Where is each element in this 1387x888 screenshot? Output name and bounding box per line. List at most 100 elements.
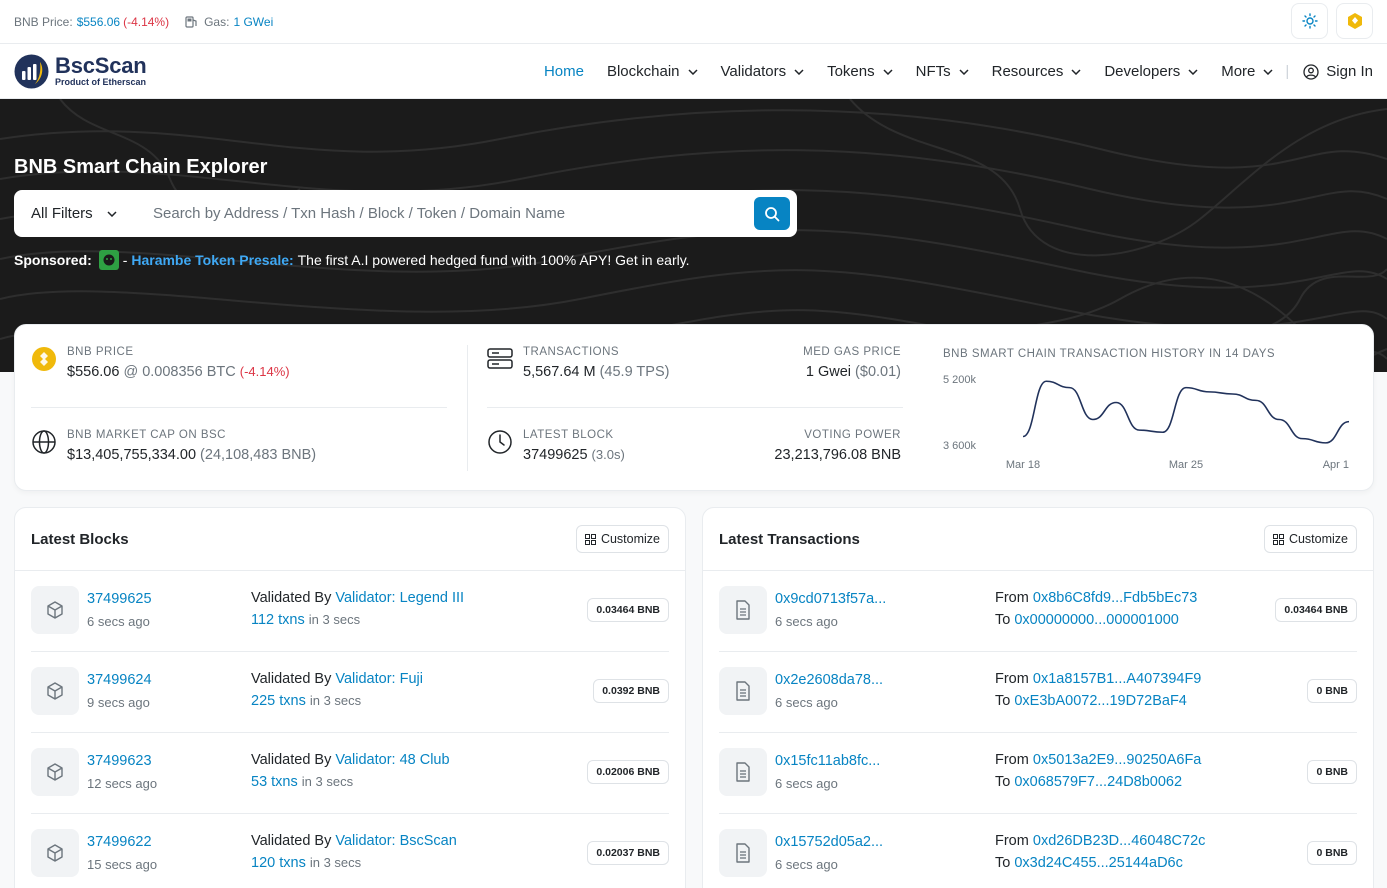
transaction-time-ago: 6 secs ago bbox=[775, 776, 838, 791]
latest-transactions-title: Latest Transactions bbox=[719, 530, 860, 548]
data-point[interactable] bbox=[1161, 430, 1165, 434]
sign-in-link[interactable]: Sign In bbox=[1303, 63, 1373, 80]
data-point[interactable] bbox=[1068, 386, 1072, 390]
from-address-link[interactable]: 0x1a8157B1...A407394F9 bbox=[1033, 671, 1202, 687]
block-number-link[interactable]: 37499625 bbox=[87, 591, 152, 607]
transaction-time-ago: 6 secs ago bbox=[775, 614, 838, 629]
gas-value[interactable]: 1 GWei bbox=[233, 15, 273, 29]
block-txns-link[interactable]: 112 txns bbox=[251, 612, 305, 628]
to-address-link[interactable]: 0x068579F7...24D8b0062 bbox=[1014, 774, 1182, 790]
to-address-link[interactable]: 0x3d24C455...25144aD6c bbox=[1014, 855, 1183, 871]
nav-developers[interactable]: Developers bbox=[1104, 63, 1198, 80]
transaction-hash-link[interactable]: 0x9cd0713f57a... bbox=[775, 591, 886, 607]
divider bbox=[31, 407, 447, 408]
block-txns-suffix: in 3 secs bbox=[301, 774, 354, 789]
server-icon bbox=[487, 348, 513, 369]
data-point[interactable] bbox=[1254, 398, 1258, 402]
data-point[interactable] bbox=[1207, 390, 1211, 394]
gas-price-value[interactable]: 1 Gwei bbox=[806, 364, 851, 380]
data-point[interactable] bbox=[1091, 418, 1095, 422]
x-tick-label: Apr 1 bbox=[1323, 459, 1349, 471]
transactions-label: TRANSACTIONS bbox=[523, 346, 620, 358]
transaction-hash-link[interactable]: 0x2e2608da78... bbox=[775, 672, 883, 688]
customize-blocks-button[interactable]: Customize bbox=[575, 525, 669, 553]
validator-link[interactable]: Validator: 48 Club bbox=[335, 752, 449, 768]
data-point[interactable] bbox=[1137, 428, 1141, 432]
transaction-history-chart[interactable]: 5 200k 3 600k Mar 18 Mar 25 Apr 1 bbox=[941, 365, 1361, 477]
voting-power-stat: VOTING POWER 23,213,796.08 BNB bbox=[774, 429, 901, 463]
bnb-price-value[interactable]: $556.06 bbox=[77, 15, 120, 29]
network-switch-button[interactable] bbox=[1336, 3, 1373, 39]
data-point[interactable] bbox=[1184, 386, 1188, 390]
nav-more[interactable]: More bbox=[1221, 63, 1273, 80]
theme-toggle-button[interactable] bbox=[1291, 3, 1328, 39]
data-point[interactable] bbox=[1324, 441, 1328, 445]
chart-title: BNB SMART CHAIN TRANSACTION HISTORY IN 1… bbox=[943, 348, 1276, 360]
data-point[interactable] bbox=[1347, 420, 1351, 424]
gas-label: Gas: bbox=[204, 14, 230, 29]
search-bar: All Filters bbox=[14, 190, 797, 237]
nav-resources[interactable]: Resources bbox=[992, 63, 1082, 80]
validator-link[interactable]: Validator: BscScan bbox=[335, 833, 456, 849]
from-address-link[interactable]: 0xd26DB23D...46048C72c bbox=[1033, 833, 1206, 849]
nav-validators[interactable]: Validators bbox=[721, 63, 805, 80]
validator-link[interactable]: Validator: Legend III bbox=[335, 590, 464, 606]
transaction-hash-link[interactable]: 0x15fc11ab8fc... bbox=[775, 753, 880, 769]
block-txns-link[interactable]: 225 txns bbox=[251, 693, 306, 709]
nav-blockchain[interactable]: Blockchain bbox=[607, 63, 698, 80]
chevron-down-icon bbox=[1188, 68, 1198, 75]
gas-price-stat: MED GAS PRICE 1 Gwei ($0.01) bbox=[803, 346, 901, 380]
block-txns-link[interactable]: 120 txns bbox=[251, 855, 306, 871]
data-point[interactable] bbox=[1277, 418, 1281, 422]
latest-block-stat: LATEST BLOCK 37499625 (3.0s) bbox=[487, 429, 625, 463]
validator-link[interactable]: Validator: Fuji bbox=[335, 671, 423, 687]
bnb-price-stat-value[interactable]: $556.06 bbox=[67, 364, 119, 380]
from-address-link[interactable]: 0x8b6C8fd9...Fdb5bEc73 bbox=[1033, 590, 1197, 606]
transaction-hash-link[interactable]: 0x15752d05a2... bbox=[775, 834, 883, 850]
search-input[interactable] bbox=[134, 205, 754, 222]
sponsored-link[interactable]: Harambe Token Presale: bbox=[131, 252, 293, 268]
globe-icon bbox=[32, 430, 56, 454]
nav-home[interactable]: Home bbox=[544, 63, 584, 80]
data-point[interactable] bbox=[1044, 379, 1048, 383]
bscscan-logo-icon bbox=[14, 54, 49, 88]
bnb-price-stat: BNB PRICE $556.06 @ 0.008356 BTC (-4.14%… bbox=[31, 346, 290, 380]
block-time-ago: 6 secs ago bbox=[87, 614, 150, 629]
bnb-price-btc: @ 0.008356 BTC bbox=[123, 364, 236, 380]
search-button[interactable] bbox=[754, 197, 790, 230]
bscscan-logo[interactable]: BscScan Product of Etherscan bbox=[14, 54, 147, 89]
nav-developers-label: Developers bbox=[1104, 63, 1181, 80]
nav-tokens[interactable]: Tokens bbox=[827, 63, 893, 80]
block-number-link[interactable]: 37499623 bbox=[87, 753, 152, 769]
block-number-link[interactable]: 37499624 bbox=[87, 672, 152, 688]
from-address-link[interactable]: 0x5013a2E9...90250A6Fa bbox=[1033, 752, 1202, 768]
grid-icon bbox=[1272, 533, 1284, 545]
chevron-down-icon bbox=[883, 68, 893, 75]
divider bbox=[467, 345, 468, 471]
data-point[interactable] bbox=[1114, 401, 1118, 405]
nav-nfts[interactable]: NFTs bbox=[916, 63, 969, 80]
to-address-link[interactable]: 0x00000000...000001000 bbox=[1014, 612, 1179, 628]
data-point[interactable] bbox=[1300, 437, 1304, 441]
bnb-price-label: BNB PRICE bbox=[67, 346, 134, 358]
document-icon bbox=[719, 667, 767, 715]
market-cap-bnb: (24,108,483 BNB) bbox=[200, 447, 317, 463]
to-label: To bbox=[995, 855, 1011, 871]
data-point[interactable] bbox=[1021, 435, 1025, 439]
sponsored-banner: Sponsored: - Harambe Token Presale: The … bbox=[14, 250, 690, 270]
transaction-history-line bbox=[1022, 380, 1350, 444]
customize-transactions-button[interactable]: Customize bbox=[1263, 525, 1357, 553]
data-point[interactable] bbox=[1231, 392, 1235, 396]
block-number-link[interactable]: 37499622 bbox=[87, 834, 152, 850]
search-filter-dropdown[interactable]: All Filters bbox=[14, 205, 134, 222]
to-address-link[interactable]: 0xE3bA0072...19D72BaF4 bbox=[1014, 693, 1187, 709]
block-reward-badge: 0.0392 BNB bbox=[593, 679, 669, 703]
transactions-value[interactable]: 5,567.64 M bbox=[523, 364, 596, 380]
transaction-time-ago: 6 secs ago bbox=[775, 695, 838, 710]
block-cube-icon bbox=[31, 829, 79, 877]
block-time-ago: 9 secs ago bbox=[87, 695, 150, 710]
block-txns-link[interactable]: 53 txns bbox=[251, 774, 298, 790]
latest-block-value[interactable]: 37499625 bbox=[523, 447, 588, 463]
bnb-coin-icon bbox=[32, 347, 56, 371]
logo-title: BscScan bbox=[55, 53, 147, 78]
